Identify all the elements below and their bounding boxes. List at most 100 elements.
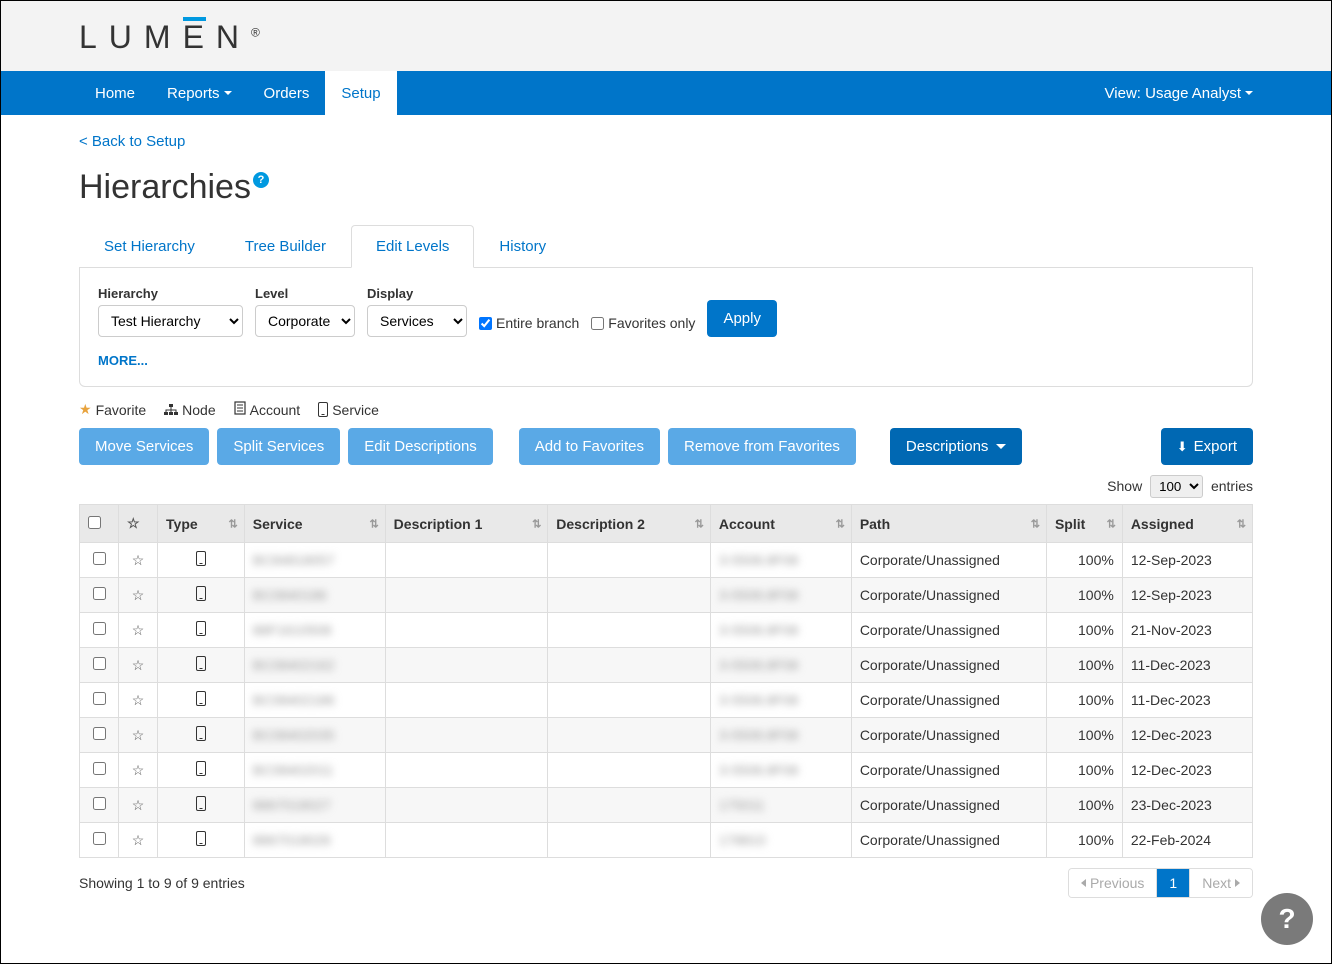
favorite-toggle[interactable]: ☆ — [132, 552, 145, 568]
row-checkbox[interactable] — [93, 657, 106, 670]
sort-icon: ⇅ — [695, 517, 704, 530]
nav-setup[interactable]: Setup — [325, 71, 396, 115]
favorite-toggle[interactable]: ☆ — [132, 727, 145, 743]
nav-reports[interactable]: Reports — [151, 71, 248, 115]
device-icon — [196, 586, 206, 601]
path-value: Corporate/Unassigned — [851, 718, 1046, 753]
path-value: Corporate/Unassigned — [851, 543, 1046, 578]
col-split[interactable]: Split⇅ — [1046, 505, 1122, 543]
nav-home[interactable]: Home — [79, 71, 151, 115]
split-value: 100% — [1046, 613, 1122, 648]
assigned-value: 12-Sep-2023 — [1122, 578, 1252, 613]
previous-button[interactable]: Previous — [1069, 869, 1157, 897]
favorite-toggle[interactable]: ☆ — [132, 762, 145, 778]
account-value: 3-5508.8F08 — [719, 692, 798, 708]
row-checkbox[interactable] — [93, 587, 106, 600]
path-value: Corporate/Unassigned — [851, 753, 1046, 788]
favorite-toggle[interactable]: ☆ — [132, 657, 145, 673]
desc1-value — [385, 578, 548, 613]
col-type[interactable]: Type⇅ — [158, 505, 245, 543]
table-row: ☆BC084021863-5508.8F08Corporate/Unassign… — [80, 683, 1253, 718]
device-icon — [318, 402, 328, 417]
remove-from-favorites-button[interactable]: Remove from Favorites — [668, 428, 856, 465]
help-fab[interactable]: ? — [1261, 893, 1313, 945]
chevron-right-icon — [1235, 879, 1240, 887]
favorite-toggle[interactable]: ☆ — [132, 622, 145, 638]
descriptions-dropdown[interactable]: Descriptions — [890, 428, 1023, 465]
more-link[interactable]: MORE... — [98, 353, 148, 368]
desc2-value — [548, 648, 711, 683]
row-checkbox[interactable] — [93, 762, 106, 775]
apply-button[interactable]: Apply — [707, 300, 777, 337]
device-icon — [196, 656, 206, 671]
hierarchy-label: Hierarchy — [98, 286, 243, 301]
desc2-value — [548, 788, 711, 823]
path-value: Corporate/Unassigned — [851, 578, 1046, 613]
path-value: Corporate/Unassigned — [851, 788, 1046, 823]
tab-history[interactable]: History — [474, 225, 571, 267]
device-icon — [196, 796, 206, 811]
back-to-setup-link[interactable]: < Back to Setup — [79, 133, 185, 150]
show-entries-select[interactable]: 100 — [1150, 475, 1203, 498]
entire-branch-checkbox[interactable]: Entire branch — [479, 315, 579, 337]
favorite-toggle[interactable]: ☆ — [132, 587, 145, 603]
sort-icon: ⇅ — [1107, 517, 1116, 530]
star-icon: ☆ — [127, 515, 140, 531]
split-value: 100% — [1046, 788, 1122, 823]
favorite-toggle[interactable]: ☆ — [132, 832, 145, 848]
level-select[interactable]: Corporate — [255, 305, 355, 337]
split-value: 100% — [1046, 718, 1122, 753]
desc1-value — [385, 753, 548, 788]
row-checkbox[interactable] — [93, 552, 106, 565]
service-value: 8867018026 — [253, 832, 331, 848]
account-value: 178810 — [719, 832, 766, 848]
desc1-value — [385, 823, 548, 858]
document-icon — [234, 401, 246, 418]
desc2-value — [548, 823, 711, 858]
select-all-checkbox[interactable] — [88, 516, 101, 529]
device-icon — [196, 691, 206, 706]
help-icon[interactable]: ? — [253, 172, 269, 188]
move-services-button[interactable]: Move Services — [79, 428, 209, 465]
row-checkbox[interactable] — [93, 797, 106, 810]
next-button[interactable]: Next — [1190, 869, 1252, 897]
chevron-left-icon — [1081, 879, 1086, 887]
main-nav: Home Reports Orders Setup View: Usage An… — [1, 71, 1331, 115]
col-service[interactable]: Service⇅ — [244, 505, 385, 543]
tab-set-hierarchy[interactable]: Set Hierarchy — [79, 225, 220, 267]
edit-descriptions-button[interactable]: Edit Descriptions — [348, 428, 493, 465]
hierarchy-select[interactable]: Test Hierarchy — [98, 305, 243, 337]
table-row: ☆BC084020113-5508.8F08Corporate/Unassign… — [80, 753, 1253, 788]
col-account[interactable]: Account⇅ — [710, 505, 851, 543]
favorites-only-checkbox[interactable]: Favorites only — [591, 315, 695, 337]
nav-orders[interactable]: Orders — [248, 71, 326, 115]
split-services-button[interactable]: Split Services — [217, 428, 340, 465]
account-value: 3-5508.8F08 — [719, 622, 798, 638]
col-assigned[interactable]: Assigned⇅ — [1122, 505, 1252, 543]
row-checkbox[interactable] — [93, 727, 106, 740]
row-checkbox[interactable] — [93, 622, 106, 635]
tab-tree-builder[interactable]: Tree Builder — [220, 225, 351, 267]
page-1-button[interactable]: 1 — [1157, 869, 1190, 897]
view-switcher[interactable]: View: Usage Analyst — [1105, 71, 1253, 115]
table-row: ☆BC848180573-5508.8F08Corporate/Unassign… — [80, 543, 1253, 578]
col-path[interactable]: Path⇅ — [851, 505, 1046, 543]
legend: ★Favorite Node Account Service — [79, 401, 1253, 418]
table-row: ☆BC084021623-5508.8F08Corporate/Unassign… — [80, 648, 1253, 683]
favorite-toggle[interactable]: ☆ — [132, 692, 145, 708]
export-button[interactable]: Export — [1161, 428, 1253, 465]
col-desc2[interactable]: Description 2⇅ — [548, 505, 711, 543]
assigned-value: 12-Dec-2023 — [1122, 753, 1252, 788]
display-select[interactable]: Services — [367, 305, 467, 337]
path-value: Corporate/Unassigned — [851, 683, 1046, 718]
download-icon — [1177, 438, 1188, 455]
row-checkbox[interactable] — [93, 832, 106, 845]
col-desc1[interactable]: Description 1⇅ — [385, 505, 548, 543]
tab-edit-levels[interactable]: Edit Levels — [351, 225, 474, 268]
caret-down-icon — [1245, 91, 1253, 95]
favorite-toggle[interactable]: ☆ — [132, 797, 145, 813]
row-checkbox[interactable] — [93, 692, 106, 705]
device-icon — [196, 726, 206, 741]
add-to-favorites-button[interactable]: Add to Favorites — [519, 428, 660, 465]
table-row: ☆8867018026178810Corporate/Unassigned100… — [80, 823, 1253, 858]
